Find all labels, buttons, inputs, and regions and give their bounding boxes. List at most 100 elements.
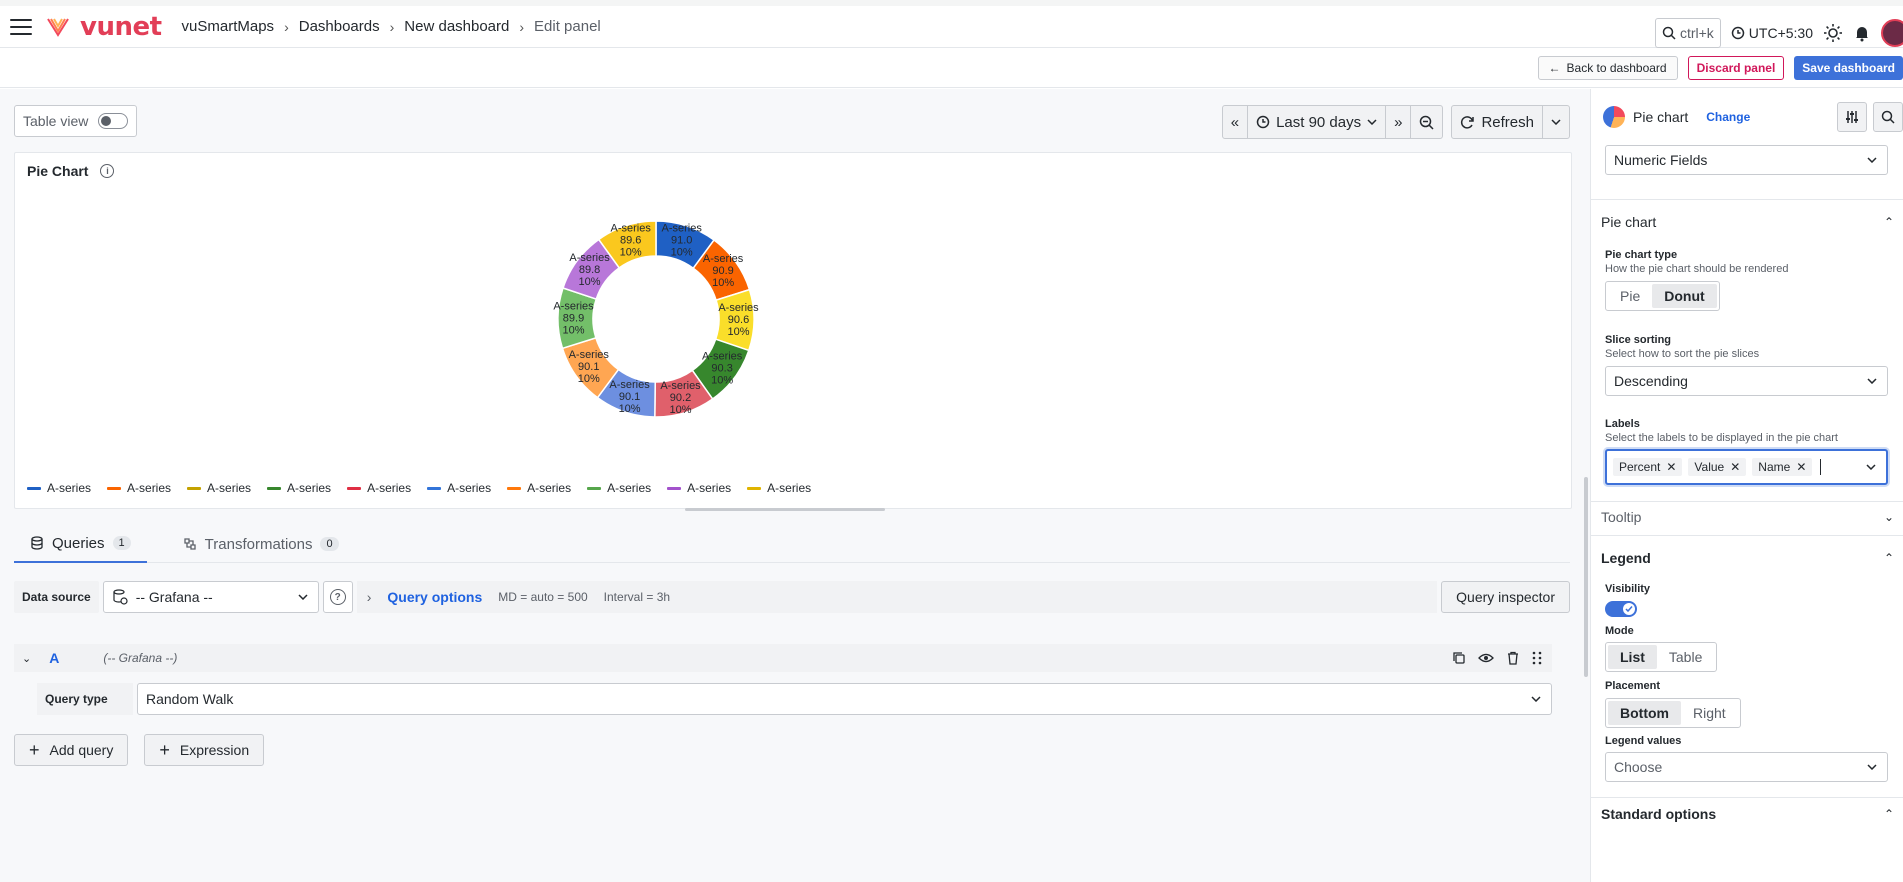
brand-logo[interactable]: vunet bbox=[80, 12, 162, 42]
legend-mode-list[interactable]: List bbox=[1608, 645, 1657, 669]
labels-multiselect[interactable]: Percent ✕ Value ✕ Name ✕ bbox=[1605, 449, 1888, 485]
search-options-button[interactable] bbox=[1873, 102, 1903, 132]
query-options-label: Query options bbox=[387, 589, 483, 605]
table-view-toggle[interactable]: Table view bbox=[14, 105, 138, 137]
legend-item[interactable]: A-series bbox=[667, 481, 731, 495]
legend-visibility-switch[interactable] bbox=[1605, 601, 1637, 617]
legend-swatch bbox=[267, 486, 282, 490]
pie-chart-section-header[interactable]: Pie chart ⌃ bbox=[1601, 214, 1894, 230]
zoom-out-button[interactable] bbox=[1411, 106, 1442, 138]
visualization-picker[interactable]: Pie chart Change bbox=[1603, 103, 1750, 131]
legend-item[interactable]: A-series bbox=[107, 481, 171, 495]
refresh-button[interactable]: Refresh bbox=[1452, 106, 1543, 138]
legend-item[interactable]: A-series bbox=[27, 481, 91, 495]
slice-sorting-select[interactable]: Descending bbox=[1605, 366, 1888, 396]
legend-item[interactable]: A-series bbox=[507, 481, 571, 495]
chevron-down-icon bbox=[1551, 119, 1561, 125]
tab-transformations[interactable]: Transformations 0 bbox=[167, 525, 355, 563]
query-row-header[interactable]: ⌄ A (-- Grafana --) bbox=[14, 644, 1552, 672]
close-icon[interactable]: ✕ bbox=[1730, 460, 1740, 474]
add-query-button[interactable]: + Add query bbox=[14, 734, 129, 766]
slice-sorting-label: Slice sorting bbox=[1605, 334, 1672, 346]
tab-queries-label: Queries bbox=[52, 534, 105, 552]
legend-mode-radio: List Table bbox=[1605, 642, 1718, 672]
tooltip-section-header[interactable]: Tooltip ⌄ bbox=[1601, 509, 1894, 525]
slice-label: 90.1 bbox=[619, 391, 640, 403]
plus-icon: + bbox=[29, 739, 40, 760]
slice-label: A-series bbox=[609, 379, 650, 391]
query-options[interactable]: › Query options MD = auto = 500 Interval… bbox=[356, 581, 1438, 613]
panel-preview: Pie Chart i A-series 91.0 10% A-series 90.9 1… bbox=[14, 152, 1572, 509]
avatar[interactable] bbox=[1881, 19, 1903, 47]
breadcrumb-vusmartmaps[interactable]: vuSmartMaps bbox=[182, 18, 275, 35]
data-source-select[interactable]: -- Grafana -- bbox=[102, 581, 319, 613]
refresh-interval-dropdown[interactable] bbox=[1543, 106, 1569, 138]
data-source-value: -- Grafana -- bbox=[135, 589, 213, 605]
legend-item[interactable]: A-series bbox=[187, 481, 251, 495]
chevron-down-icon[interactable]: ⌄ bbox=[22, 652, 31, 665]
time-back-button[interactable]: « bbox=[1223, 106, 1249, 138]
breadcrumb-new-dashboard[interactable]: New dashboard bbox=[404, 18, 509, 35]
slice-label: 10% bbox=[578, 373, 600, 385]
copy-icon[interactable] bbox=[1452, 651, 1466, 665]
slice-label: 89.6 bbox=[620, 234, 641, 246]
clock-icon bbox=[1731, 26, 1745, 40]
tab-queries[interactable]: Queries 1 bbox=[14, 525, 147, 563]
search-button[interactable]: ctrl+k bbox=[1654, 18, 1721, 48]
sun-icon[interactable] bbox=[1823, 23, 1843, 43]
arrow-left-icon: ← bbox=[1548, 60, 1561, 75]
time-range-label: Last 90 days bbox=[1276, 113, 1362, 131]
legend-item[interactable]: A-series bbox=[427, 481, 491, 495]
legend-label: A-series bbox=[47, 481, 92, 495]
breadcrumb-dashboards[interactable]: Dashboards bbox=[299, 18, 380, 35]
legend-section-header[interactable]: Legend ⌃ bbox=[1601, 550, 1894, 566]
trash-icon[interactable] bbox=[1506, 651, 1520, 665]
legend-item[interactable]: A-series bbox=[587, 481, 651, 495]
options-toggle-button[interactable] bbox=[1837, 102, 1867, 132]
slice-label: A-series bbox=[569, 349, 610, 361]
data-source-help-button[interactable]: ? bbox=[322, 581, 353, 613]
slice-label: A-series bbox=[553, 300, 594, 312]
chip-text: Percent bbox=[1619, 460, 1661, 474]
standard-options-section-header[interactable]: Standard options ⌃ bbox=[1601, 806, 1894, 822]
add-expression-button[interactable]: + Expression bbox=[144, 734, 265, 766]
eye-icon[interactable] bbox=[1478, 651, 1494, 665]
legend-item[interactable]: A-series bbox=[267, 481, 331, 495]
query-inspector-button[interactable]: Query inspector bbox=[1441, 581, 1570, 613]
discard-panel-button[interactable]: Discard panel bbox=[1687, 55, 1785, 80]
numeric-fields-select[interactable]: Numeric Fields bbox=[1605, 145, 1888, 175]
query-row-letter[interactable]: A bbox=[49, 650, 59, 666]
chevron-down-icon bbox=[1866, 464, 1876, 470]
legend-mode-table[interactable]: Table bbox=[1657, 645, 1714, 669]
slice-label: 10% bbox=[620, 246, 642, 258]
sliders-icon bbox=[1846, 111, 1858, 123]
chart-legend: A-series A-series A-series A-series A-series… bbox=[27, 481, 811, 495]
drag-handle-icon[interactable] bbox=[1532, 651, 1542, 665]
save-dashboard-button[interactable]: Save dashboard bbox=[1794, 55, 1903, 80]
close-icon[interactable]: ✕ bbox=[1666, 460, 1676, 474]
legend-item[interactable]: A-series bbox=[747, 481, 811, 495]
options-pane-scrollbar[interactable] bbox=[1584, 477, 1588, 677]
table-view-switch[interactable] bbox=[98, 113, 129, 129]
legend-label: A-series bbox=[447, 481, 492, 495]
time-forward-button[interactable]: » bbox=[1386, 106, 1412, 138]
close-icon[interactable]: ✕ bbox=[1796, 460, 1806, 474]
pie-type-pie[interactable]: Pie bbox=[1608, 284, 1652, 308]
legend-values-select[interactable]: Choose bbox=[1605, 752, 1888, 782]
legend-placement-bottom[interactable]: Bottom bbox=[1608, 701, 1681, 725]
time-range-picker[interactable]: Last 90 days bbox=[1248, 106, 1387, 138]
slice-label: 10% bbox=[562, 324, 584, 336]
tab-queries-count: 1 bbox=[112, 536, 131, 550]
back-to-dashboard-button[interactable]: ← Back to dashboard bbox=[1537, 55, 1678, 80]
timezone-display[interactable]: UTC+5:30 bbox=[1731, 25, 1813, 41]
legend-placement-right[interactable]: Right bbox=[1681, 701, 1738, 725]
query-type-select[interactable]: Random Walk bbox=[137, 683, 1552, 715]
change-viz-button[interactable]: Change bbox=[1706, 110, 1750, 124]
pie-type-donut[interactable]: Donut bbox=[1652, 284, 1717, 308]
legend-item[interactable]: A-series bbox=[347, 481, 411, 495]
menu-icon[interactable] bbox=[10, 18, 32, 35]
panel-resize-handle[interactable] bbox=[685, 508, 885, 511]
slice-label: A-series bbox=[569, 252, 610, 264]
bell-icon[interactable] bbox=[1853, 24, 1871, 42]
legend-label: A-series bbox=[607, 481, 652, 495]
